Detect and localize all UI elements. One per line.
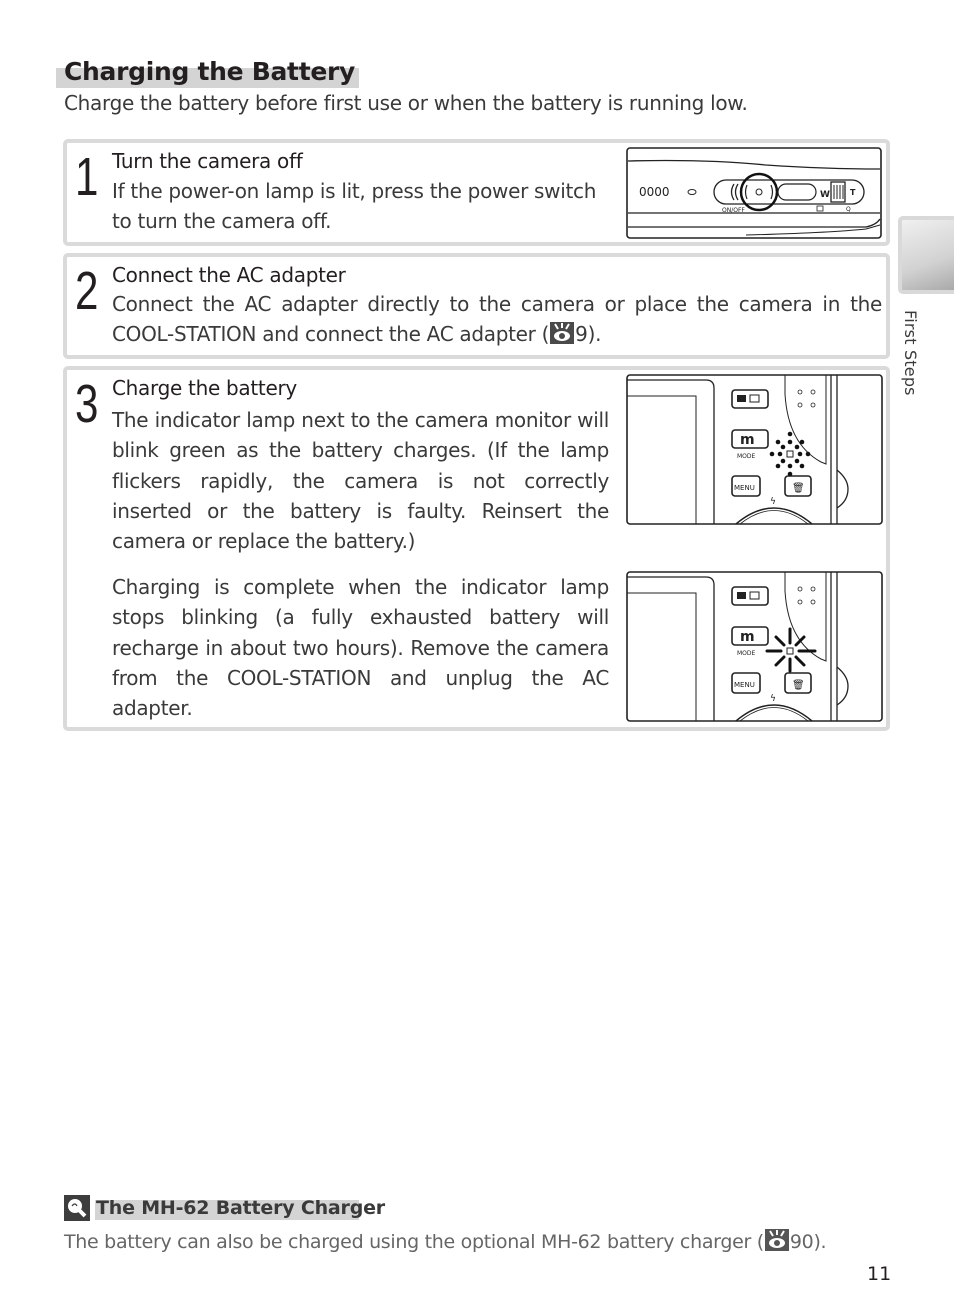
svg-text:m: m	[740, 629, 755, 645]
camera-back-steady-illustration: m MODE MENU 🗑 ϟ	[626, 571, 884, 723]
svg-text:🗑: 🗑	[792, 482, 805, 494]
step-number: 1	[75, 147, 99, 207]
camera-back-blinking-illustration: m MODE MENU 🗑 ϟ	[626, 374, 884, 526]
section-tab[interactable]	[898, 216, 954, 294]
tip-lightbulb-icon	[64, 1195, 90, 1221]
tip-body-text: The battery can also be charged using th…	[64, 1231, 764, 1253]
step-number: 3	[75, 374, 99, 434]
step-2: 2 Connect the AC adapter Connect the AC …	[63, 253, 890, 359]
section-label: First Steps	[900, 310, 924, 400]
step-body-text: ).	[587, 322, 602, 347]
step-body: The indicator lamp next to the camera mo…	[112, 408, 609, 554]
section-label-text: First Steps	[901, 310, 920, 396]
svg-text:ϟ: ϟ	[770, 497, 776, 507]
svg-text:m: m	[740, 432, 755, 448]
step-1: 1 Turn the camera off If the power-on la…	[63, 139, 890, 246]
page-number: 11	[867, 1263, 892, 1285]
camera-top-illustration: 0000 W T ON/OFF Q	[626, 147, 884, 241]
tip-title: The MH-62 Battery Charger	[96, 1197, 385, 1219]
camera-back-lamp-blinking-icon: m MODE MENU 🗑 ϟ	[626, 374, 883, 525]
svg-text:ON/OFF: ON/OFF	[722, 207, 745, 214]
camera-back-lamp-steady-icon: m MODE MENU 🗑 ϟ	[626, 571, 883, 722]
svg-text:T: T	[850, 188, 856, 197]
step-body-text: Connect the AC adapter directly to the c…	[112, 292, 882, 347]
svg-text:MENU: MENU	[734, 484, 755, 492]
page-reference-number[interactable]: 9	[575, 322, 588, 346]
step-body-2: Charging is complete when the indicator …	[112, 575, 609, 721]
page-title: Charging the Battery	[64, 57, 356, 86]
svg-text:MENU: MENU	[734, 681, 755, 689]
step-title: Turn the camera off	[112, 149, 303, 173]
page-heading: Charging the Battery	[56, 57, 359, 88]
svg-text:0000: 0000	[639, 185, 670, 199]
svg-text:ϟ: ϟ	[770, 694, 776, 704]
svg-text:MODE: MODE	[737, 650, 756, 657]
tip-body: The battery can also be charged using th…	[64, 1229, 827, 1253]
step-number: 2	[75, 261, 99, 321]
step-title: Connect the AC adapter	[112, 263, 346, 287]
step-body: Connect the AC adapter directly to the c…	[112, 289, 882, 350]
page-reference-icon	[550, 322, 575, 345]
step-title: Charge the battery	[112, 376, 297, 400]
camera-top-power-switch-icon: 0000 W T ON/OFF Q	[626, 147, 882, 239]
step-3: 3 Charge the battery The indicator lamp …	[63, 366, 890, 731]
tip-body-text: ).	[813, 1231, 827, 1253]
page-subtitle: Charge the battery before first use or w…	[64, 91, 748, 115]
svg-text:Q: Q	[846, 206, 851, 213]
step-body: If the power-on lamp is lit, press the p…	[112, 179, 597, 234]
page-reference-number[interactable]: 90	[790, 1231, 814, 1253]
page-reference-icon	[764, 1229, 789, 1251]
svg-text:🗑: 🗑	[792, 679, 805, 691]
svg-text:MODE: MODE	[737, 453, 756, 460]
svg-text:W: W	[820, 190, 830, 200]
